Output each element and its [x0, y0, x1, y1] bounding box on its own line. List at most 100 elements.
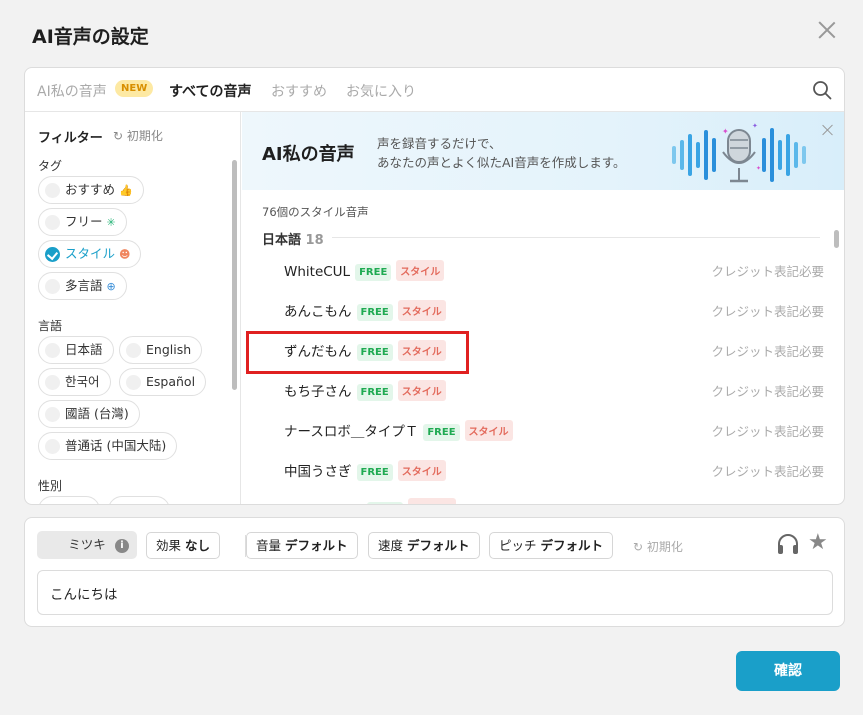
voice-list-area: AI私の音声 声を録音するだけで、 あなたの声とよく似たAI音声を作成します。 [242, 112, 844, 504]
tag-chip-recommended[interactable]: おすすめ 👍 [38, 176, 144, 204]
pitch-label: ピッチ [499, 538, 537, 553]
tab-ai-my-voice[interactable]: AI私の音声 [37, 81, 107, 101]
filter-reset-button[interactable]: ↻ 初期化 [113, 127, 163, 144]
sparkle-icon: ✳ [106, 216, 116, 229]
gender-section-label: 性別 [38, 479, 63, 493]
free-tag: FREE [367, 502, 404, 504]
chip-label: 多言語 [65, 278, 103, 293]
voice-row-partial[interactable]: FREE スタイル [284, 496, 824, 504]
volume-value: デフォルト [285, 538, 348, 553]
lang-chip-taiwan[interactable]: 國語 (台灣) [38, 400, 140, 428]
chip-label: 한국어 [65, 374, 100, 389]
tag-section-label: タグ [38, 159, 63, 173]
controls-reset-button[interactable]: ↻ 初期化 [633, 538, 683, 555]
controls-reset-label: 初期化 [646, 540, 683, 554]
voice-row[interactable]: あんこもん FREE スタイル クレジット表記必要 [284, 296, 824, 321]
tab-all-voices[interactable]: すべての音声 [169, 81, 251, 101]
headphones-icon[interactable] [776, 532, 800, 556]
info-icon[interactable]: i [115, 539, 129, 553]
volume-label: 音量 [256, 538, 282, 553]
chip-checkbox [45, 279, 60, 294]
banner-desc-line-1: 声を録音するだけで、 [377, 136, 502, 151]
chip-label: Español [146, 374, 196, 389]
chip-checkbox [45, 439, 60, 454]
credit-required-label: クレジット表記必要 [711, 464, 824, 479]
tag-chip-style[interactable]: スタイル ☻ [38, 240, 142, 268]
style-tag: スタイル [397, 460, 446, 481]
tab-favorites[interactable]: お気に入り [346, 81, 416, 101]
filter-reset-label: 初期化 [126, 129, 163, 143]
group-count: 18 [305, 233, 324, 248]
lang-chip-spanish[interactable]: Español [119, 368, 207, 396]
list-scrollbar[interactable] [834, 230, 839, 248]
chip-label: English [146, 342, 192, 357]
chip-label: フリー [65, 214, 103, 229]
lang-chip-korean[interactable]: 한국어 [38, 368, 111, 396]
banner-description: 声を録音するだけで、 あなたの声とよく似たAI音声を作成します。 [377, 134, 626, 172]
volume-button[interactable]: 音量 デフォルト [246, 532, 358, 559]
gender-chip[interactable] [108, 496, 170, 504]
svg-text:✦: ✦ [722, 127, 729, 136]
voice-name: ナースロボ＿タイプＴ [284, 424, 419, 440]
style-tag: スタイル [397, 380, 446, 401]
style-tag: スタイル [464, 420, 513, 441]
style-tag: スタイル [396, 260, 445, 281]
tab-recommended[interactable]: おすすめ [271, 81, 327, 101]
tag-chip-free[interactable]: フリー ✳ [38, 208, 127, 236]
language-section-label: 言語 [38, 319, 63, 333]
sidebar-scrollbar[interactable] [232, 160, 237, 390]
close-icon[interactable] [817, 20, 837, 40]
filter-sidebar: フィルター ↻ 初期化 タグ おすすめ👍 フリー✳ スタイル☻ 多言語⊕ [25, 112, 241, 504]
chip-label: 日本語 [65, 342, 103, 357]
voice-row[interactable]: WhiteCUL FREE スタイル クレジット表記必要 [284, 256, 824, 281]
thumbs-up-icon: 👍 [119, 184, 133, 197]
voice-name: WhiteCUL [284, 264, 351, 280]
search-icon[interactable] [812, 80, 832, 100]
voice-row[interactable]: もち子さん FREE スタイル クレジット表記必要 [284, 376, 824, 401]
chip-label: 國語 (台灣) [65, 406, 129, 421]
voice-row[interactable]: 中国うさぎ FREE スタイル クレジット表記必要 [284, 456, 824, 481]
chip-label: スタイル [65, 246, 116, 261]
speed-button[interactable]: 速度 デフォルト [368, 532, 480, 559]
speed-label: 速度 [378, 538, 404, 553]
banner-title: AI私の音声 [262, 144, 355, 165]
globe-icon: ⊕ [106, 280, 116, 293]
preview-text-input[interactable] [37, 570, 833, 615]
chip-checkbox [45, 407, 60, 422]
effect-label: 効果 [156, 538, 182, 553]
chip-checkbox [45, 215, 60, 230]
voice-name: もち子さん [284, 384, 352, 400]
chip-label: おすすめ [65, 182, 116, 197]
lang-chip-mandarin[interactable]: 普通话 (中国大陆) [38, 432, 178, 460]
credit-required-label: クレジット表記必要 [711, 384, 824, 399]
credit-required-label: クレジット表記必要 [711, 264, 824, 279]
tag-chip-multilingual[interactable]: 多言語 ⊕ [38, 272, 127, 300]
style-tag: スタイル [397, 300, 446, 321]
svg-text:✦: ✦ [752, 122, 758, 130]
pitch-value: デフォルト [540, 538, 604, 553]
dialog-title: AI音声の設定 [32, 26, 149, 48]
voice-row[interactable]: ナースロボ＿タイプＴ FREE スタイル クレジット表記必要 [284, 416, 824, 441]
svg-text:✦: ✦ [756, 165, 761, 172]
pitch-button[interactable]: ピッチ デフォルト [489, 532, 614, 559]
lang-chip-japanese[interactable]: 日本語 [38, 336, 114, 364]
favorite-star-icon[interactable]: ★ [808, 531, 828, 555]
confirm-button[interactable]: 確認 [736, 651, 840, 691]
gender-chip[interactable] [38, 496, 100, 504]
credit-required-label: クレジット表記必要 [711, 304, 824, 319]
group-header-japanese: 日本語 18 [262, 229, 324, 248]
banner-close-icon[interactable] [822, 124, 834, 136]
voice-count-label: 76個のスタイル音声 [262, 205, 369, 219]
tab-bar: AI私の音声 NEW すべての音声 おすすめ お気に入り [25, 68, 844, 112]
reset-icon: ↻ [633, 540, 644, 554]
free-tag: FREE [355, 264, 392, 281]
lang-chip-english[interactable]: English [119, 336, 203, 364]
filter-title: フィルター [38, 131, 103, 146]
free-tag: FREE [356, 384, 393, 401]
chip-checkbox [45, 183, 60, 198]
speed-value: デフォルト [407, 538, 470, 553]
ai-voice-banner[interactable]: AI私の音声 声を録音するだけで、 あなたの声とよく似たAI音声を作成します。 [242, 112, 844, 190]
effect-button[interactable]: 効果 なし [146, 532, 221, 559]
selection-highlight [246, 331, 469, 374]
chip-checkbox [45, 343, 60, 358]
